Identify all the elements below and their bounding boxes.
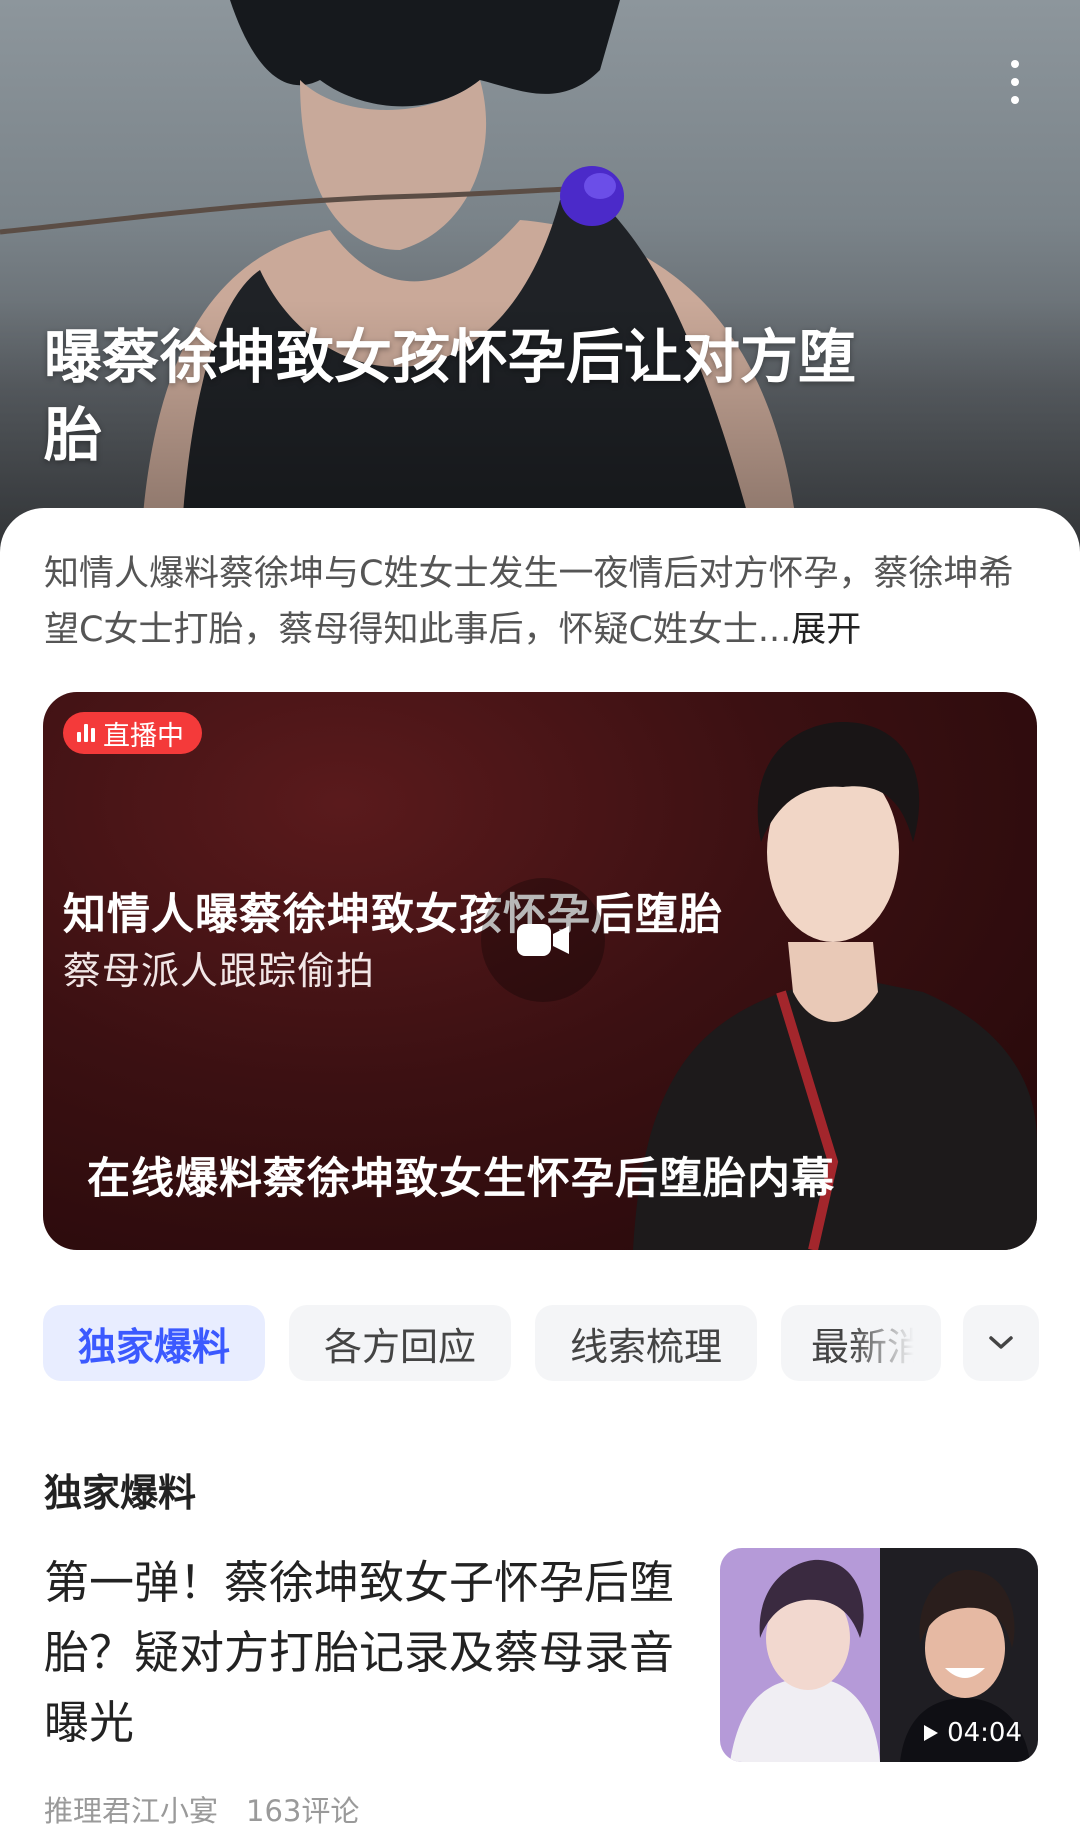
summary-text: 知情人爆料蔡徐坤与C姓女士发生一夜情后对方怀孕，蔡徐坤希望C女士打胎，蔡母得知此… (44, 546, 1044, 658)
play-button[interactable] (481, 878, 605, 1002)
more-options-button[interactable] (1000, 60, 1030, 120)
topic-tabs: 独家爆料 各方回应 线索梳理 最新消 (43, 1305, 1043, 1381)
hero-photo (0, 0, 1080, 560)
article-meta: 推理君江小宴 163评论 (44, 1788, 359, 1830)
article-card[interactable]: 第一弹！蔡徐坤致女子怀孕后堕胎？疑对方打胎记录及蔡母录音曝光 04:04 推理君… (0, 1548, 1080, 1830)
chevron-down-icon (989, 1336, 1013, 1349)
live-caption: 在线爆料蔡徐坤致女生怀孕后堕胎内幕 (87, 1154, 835, 1204)
live-subheadline: 蔡母派人跟踪偷拍 (63, 949, 376, 993)
article-title: 曝蔡徐坤致女孩怀孕后让对方堕胎 (44, 323, 857, 469)
duration-label: 04:04 (947, 1718, 1022, 1748)
live-signal-icon (77, 724, 95, 742)
article-headline[interactable]: 第一弹！蔡徐坤致女子怀孕后堕胎？疑对方打胎记录及蔡母录音曝光 (44, 1548, 684, 1758)
video-duration: 04:04 (923, 1718, 1022, 1748)
live-badge-label: 直播中 (103, 720, 184, 752)
tab-responses[interactable]: 各方回应 (289, 1305, 511, 1381)
live-badge: 直播中 (63, 712, 202, 754)
tab-latest-label: 最新消 (811, 1324, 926, 1369)
content-sheet: 知情人爆料蔡徐坤与C姓女士发生一夜情后对方怀孕，蔡徐坤希望C女士打胎，蔡母得知此… (0, 508, 1080, 1830)
section-title: 独家爆料 (44, 1471, 197, 1515)
hero-banner: 曝蔡徐坤致女孩怀孕后让对方堕胎 (0, 0, 1080, 560)
tabs-expand-button[interactable] (963, 1305, 1039, 1381)
article-thumbnail[interactable]: 04:04 (720, 1548, 1038, 1762)
tab-exclusive[interactable]: 独家爆料 (43, 1305, 265, 1381)
article-author[interactable]: 推理君江小宴 (44, 1794, 218, 1828)
live-headline: 知情人曝蔡徐坤致女孩怀孕后堕胎 (63, 890, 723, 940)
expand-link[interactable]: 展开 (791, 610, 861, 650)
live-stream-card[interactable]: 直播中 知情人曝蔡徐坤致女孩怀孕后堕胎 蔡母派人跟踪偷拍 在线爆料蔡徐坤致女生怀… (43, 692, 1037, 1250)
tab-clues[interactable]: 线索梳理 (535, 1305, 757, 1381)
summary-body: 知情人爆料蔡徐坤与C姓女士发生一夜情后对方怀孕，蔡徐坤希望C女士打胎，蔡母得知此… (44, 554, 1014, 650)
more-vertical-icon (1011, 60, 1019, 104)
play-triangle-icon (924, 1725, 939, 1741)
tab-latest[interactable]: 最新消 (781, 1305, 941, 1381)
article-comment-count[interactable]: 163评论 (246, 1794, 359, 1828)
video-camera-icon (517, 924, 569, 956)
